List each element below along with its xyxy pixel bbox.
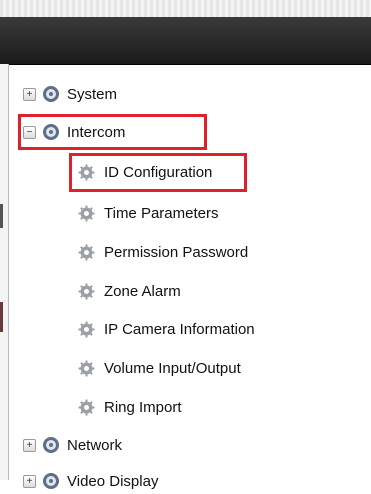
settings-folder-icon bbox=[43, 437, 59, 453]
tree-item-ip-camera-information[interactable]: IP Camera Information bbox=[78, 316, 255, 342]
gear-icon bbox=[78, 399, 95, 415]
id-configuration-highlight-box bbox=[69, 153, 247, 192]
expand-icon[interactable]: + bbox=[23, 438, 36, 452]
gear-icon bbox=[78, 244, 95, 260]
expand-icon[interactable]: + bbox=[23, 87, 36, 101]
tree-item-time-parameters[interactable]: Time Parameters bbox=[78, 200, 218, 226]
gear-icon bbox=[78, 283, 95, 299]
intercom-highlight-box bbox=[18, 114, 207, 150]
tree-item-video-display[interactable]: + Video Display bbox=[23, 468, 158, 494]
expand-icon[interactable]: + bbox=[23, 474, 36, 488]
gear-icon bbox=[78, 321, 95, 337]
tree-item-label: IP Camera Information bbox=[104, 320, 255, 338]
settings-folder-icon bbox=[43, 86, 59, 102]
tree-item-label: System bbox=[67, 85, 118, 103]
header-bar bbox=[0, 17, 371, 65]
tree-item-network[interactable]: + Network bbox=[23, 432, 122, 458]
tree-item-volume-input-output[interactable]: Volume Input/Output bbox=[78, 355, 241, 381]
tree-item-label: Ring Import bbox=[104, 398, 182, 416]
tree-item-label: Network bbox=[67, 436, 123, 454]
tree-item-label: Zone Alarm bbox=[104, 282, 181, 300]
edge-mark bbox=[0, 302, 3, 332]
tree-item-permission-password[interactable]: Permission Password bbox=[78, 239, 248, 265]
config-tree: + System − Intercom ID Configuration Tim… bbox=[8, 64, 371, 490]
gear-icon bbox=[78, 205, 95, 221]
tree-item-label: Permission Password bbox=[104, 243, 249, 261]
tree-item-label: Video Display bbox=[67, 472, 159, 490]
tree-item-zone-alarm[interactable]: Zone Alarm bbox=[78, 278, 181, 304]
settings-folder-icon bbox=[43, 473, 59, 489]
gear-icon bbox=[78, 360, 95, 376]
tree-item-ring-import[interactable]: Ring Import bbox=[78, 394, 182, 420]
tree-item-label: Time Parameters bbox=[104, 204, 219, 222]
edge-mark bbox=[0, 204, 3, 228]
tree-item-label: Volume Input/Output bbox=[104, 359, 241, 377]
tree-item-system[interactable]: + System bbox=[23, 81, 117, 107]
top-strip bbox=[0, 0, 371, 17]
